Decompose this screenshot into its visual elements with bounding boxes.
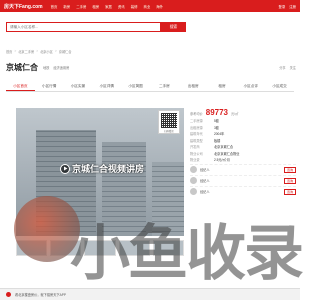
avatar	[190, 177, 197, 184]
agent-name: 经纪人	[200, 168, 210, 172]
qr-code[interactable]: 扫码看房	[158, 110, 180, 134]
play-icon[interactable]	[60, 163, 70, 174]
video-overlay[interactable]: 京城仁合视频讲房	[60, 162, 144, 175]
qr-label: 扫码看房	[164, 130, 174, 133]
price-unit: 元/㎡	[231, 112, 239, 116]
video-title: 京城仁合视频讲房	[72, 164, 145, 174]
agent-card: 经纪人 咨询	[190, 163, 296, 175]
bottom-bar-text: 看北京楼盘房价，就下载房天下APP	[15, 293, 67, 297]
agent-card: 经纪人 咨询	[190, 185, 296, 197]
nav-item-overseas[interactable]: 海外	[156, 4, 163, 9]
app-icon	[6, 292, 11, 297]
search-input[interactable]	[6, 22, 161, 32]
login-link[interactable]: 登录	[278, 4, 285, 9]
info-panel: 参考均价 89773 元/㎡ 二手房源 5套 出租房源 3套 建筑年代 2004年 建…	[190, 108, 296, 197]
search-button[interactable]: 搜索	[161, 22, 186, 32]
tag-subway: 地铁	[43, 66, 50, 70]
page-title: 京城仁合	[6, 63, 38, 72]
nav-item-home-living[interactable]: 家居	[105, 4, 112, 9]
qr-code-icon	[161, 113, 177, 128]
nav-item-decoration[interactable]: 装修	[131, 4, 138, 9]
account-links: 登录 注册	[278, 4, 296, 9]
agent-name: 经纪人	[200, 190, 210, 194]
tab-details[interactable]: 小区详情	[92, 82, 121, 91]
attribute-key: 物业费	[190, 158, 200, 162]
price-value: 89773	[205, 108, 228, 117]
site-logo[interactable]: 房天下Fang.com	[4, 3, 43, 10]
nav-item-new-homes[interactable]: 新房	[63, 4, 70, 9]
nav-item-commercial[interactable]: 商业	[143, 4, 150, 9]
price-row: 参考均价 89773 元/㎡	[190, 108, 296, 118]
share-link[interactable]: 分享	[279, 65, 285, 70]
breadcrumb-item[interactable]: 首页	[6, 49, 12, 54]
nav-item-resale[interactable]: 二手房	[76, 4, 86, 9]
tab-photos[interactable]: 小区实景	[64, 82, 93, 91]
breadcrumb-separator: >	[36, 49, 39, 53]
attribute-value: 2.5元/㎡·月	[214, 158, 230, 162]
tab-rent[interactable]: 租房	[208, 82, 237, 91]
breadcrumb-item[interactable]: 北京小区	[40, 49, 53, 54]
tab-rentals[interactable]: 出租房	[179, 82, 208, 91]
breadcrumb-separator: >	[54, 49, 57, 53]
tab-market[interactable]: 小区行情	[35, 82, 64, 91]
consult-button[interactable]: 咨询	[283, 177, 296, 184]
consult-button[interactable]: 咨询	[283, 188, 296, 195]
tab-reviews[interactable]: 小区点评	[236, 82, 265, 91]
breadcrumb-item: 京城仁合	[58, 50, 72, 54]
top-nav: 首页 新房 二手房 租房 家居 资讯 装修 商业 海外	[51, 4, 163, 9]
bottom-bar[interactable]: 看北京楼盘房价，就下载房天下APP	[0, 288, 300, 300]
agent-card: 经纪人 咨询	[190, 174, 296, 186]
breadcrumb: 首页 > 北京二手房 > 北京小区 > 京城仁合	[6, 49, 71, 54]
tag-affordable: 经济适用房	[53, 66, 70, 70]
register-link[interactable]: 注册	[289, 4, 296, 9]
nav-item-rent[interactable]: 租房	[92, 4, 99, 9]
search-bar: 搜索	[6, 22, 186, 32]
avatar	[190, 188, 197, 195]
tab-transactions[interactable]: 小区成交	[265, 82, 294, 91]
title-actions: 分享 关注	[279, 65, 296, 70]
price-label: 参考均价	[190, 112, 203, 116]
follow-link[interactable]: 关注	[290, 65, 296, 70]
tab-bar: 小区首页 小区行情 小区实景 小区详情 小区简图 二手房 出租房 租房 小区点评…	[6, 82, 294, 92]
tab-resale[interactable]: 二手房	[150, 82, 179, 91]
tab-map[interactable]: 小区简图	[121, 82, 150, 91]
top-bar: 房天下Fang.com 首页 新房 二手房 租房 家居 资讯 装修 商业 海外 …	[0, 0, 300, 12]
agent-name: 经纪人	[200, 179, 210, 183]
breadcrumb-separator: >	[14, 49, 17, 53]
breadcrumb-item[interactable]: 北京二手房	[18, 49, 34, 54]
consult-button[interactable]: 咨询	[283, 166, 296, 173]
title-row: 京城仁合 地铁 经济适用房 分享 关注	[6, 62, 296, 73]
nav-item-news[interactable]: 资讯	[118, 4, 125, 9]
avatar	[190, 166, 197, 173]
nav-item-home[interactable]: 首页	[51, 4, 58, 9]
tab-community-home[interactable]: 小区首页	[6, 82, 35, 91]
watermark-text: 小鱼收录	[70, 220, 304, 287]
